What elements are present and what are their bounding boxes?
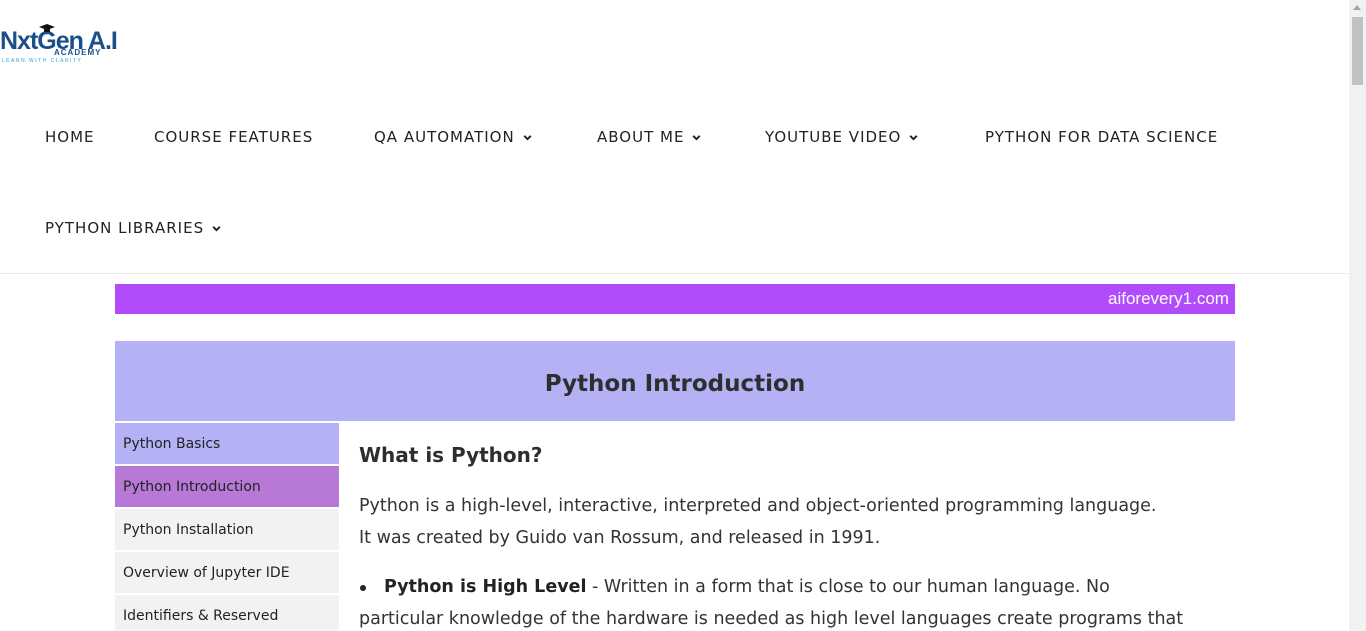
- chevron-down-icon: [692, 134, 701, 141]
- intro-line-1: Python is a high-level, interactive, int…: [359, 496, 1157, 516]
- nav-python-libraries[interactable]: PYTHON LIBRARIES: [45, 218, 222, 238]
- bullet-continuation: particular knowledge of the hardware is …: [359, 609, 1184, 629]
- chevron-down-icon: [523, 134, 532, 141]
- page-title-banner: Python Introduction: [115, 341, 1235, 421]
- header-divider: [0, 273, 1349, 274]
- marquee-text: aiforevery1.com: [1108, 289, 1229, 308]
- sidebar-item-python-basics[interactable]: Python Basics: [115, 423, 339, 464]
- logo-tagline: LEARN WITH CLARITY: [2, 58, 83, 64]
- nav-python-data-science-label: PYTHON FOR DATA SCIENCE: [985, 128, 1219, 146]
- nav-python-data-science[interactable]: PYTHON FOR DATA SCIENCE: [985, 127, 1218, 147]
- scroll-up-arrow-icon[interactable]: [1353, 5, 1361, 10]
- bullet-title: Python is High Level: [384, 577, 587, 597]
- chevron-down-icon: [909, 134, 918, 141]
- sidebar-item-jupyter-ide[interactable]: Overview of Jupyter IDE: [115, 552, 339, 593]
- sidebar-nav: Python Basics Python Introduction Python…: [115, 423, 339, 631]
- main-content: What is Python? Python is a high-level, …: [359, 440, 1219, 631]
- nav-about-me-label: ABOUT ME: [597, 128, 685, 146]
- scrollbar-thumb[interactable]: [1352, 17, 1363, 85]
- marquee-bar: aiforevery1.com: [115, 284, 1235, 314]
- graduation-cap-icon: [39, 24, 55, 32]
- chevron-down-icon: [212, 225, 221, 232]
- sidebar-item-python-introduction[interactable]: Python Introduction: [115, 466, 339, 507]
- nav-about-me[interactable]: ABOUT ME: [597, 127, 702, 147]
- page-title: Python Introduction: [544, 371, 806, 397]
- nav-youtube-video[interactable]: YOUTUBE VIDEO: [765, 127, 919, 147]
- nav-qa-automation[interactable]: QA AUTOMATION: [374, 127, 533, 147]
- nav-home[interactable]: HOME: [45, 127, 95, 147]
- logo-subtitle: ACADEMY: [54, 48, 102, 57]
- sidebar-item-identifiers[interactable]: Identifiers & Reserved: [115, 595, 339, 631]
- nav-home-label: HOME: [45, 128, 95, 146]
- nav-course-features[interactable]: COURSE FEATURES: [154, 127, 313, 147]
- nav-python-libraries-label: PYTHON LIBRARIES: [45, 219, 205, 237]
- list-item: Python is High Level - Written in a form…: [359, 571, 1219, 631]
- nav-qa-automation-label: QA AUTOMATION: [374, 128, 515, 146]
- nav-youtube-video-label: YOUTUBE VIDEO: [765, 128, 902, 146]
- intro-line-2: It was created by Guido van Rossum, and …: [359, 528, 881, 548]
- sidebar-item-python-installation[interactable]: Python Installation: [115, 509, 339, 550]
- site-logo[interactable]: NxtGen A.I ACADEMY LEARN WITH CLARITY: [0, 24, 120, 70]
- intro-paragraph: Python is a high-level, interactive, int…: [359, 490, 1219, 554]
- page-scrollbar[interactable]: [1349, 0, 1366, 631]
- bullet-text: - Written in a form that is close to our…: [586, 577, 1110, 597]
- section-heading: What is Python?: [359, 443, 543, 467]
- nav-course-features-label: COURSE FEATURES: [154, 128, 314, 146]
